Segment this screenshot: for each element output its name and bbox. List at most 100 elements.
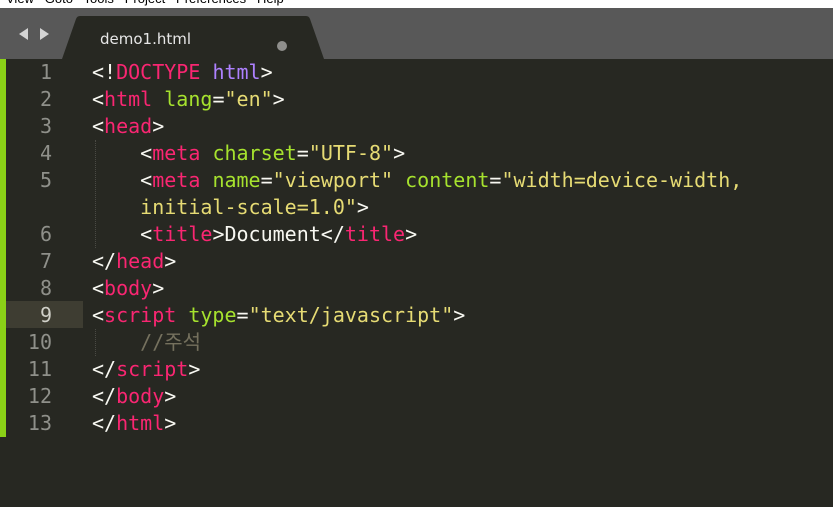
tab-nav-arrows: [16, 26, 56, 42]
code-text: </script>: [92, 356, 200, 383]
code-text: <head>: [92, 113, 164, 140]
code-token: >: [356, 195, 369, 219]
code-text: <script type="text/javascript">: [92, 302, 465, 329]
code-line[interactable]: 3 <head>: [0, 113, 833, 140]
dot-icon[interactable]: [277, 41, 287, 51]
code-text: </html>: [92, 410, 176, 437]
code-token: "width=device-width,: [501, 168, 743, 192]
code-text: <meta name="viewport" content="width=dev…: [92, 167, 742, 194]
code-line[interactable]: 8 <body>: [0, 275, 833, 302]
code-token: >: [453, 303, 466, 327]
code-text: <title>Document</title>: [92, 221, 417, 248]
triangle-right-icon[interactable]: [36, 26, 52, 42]
triangle-left-icon[interactable]: [16, 26, 32, 42]
code-token: //주석: [140, 330, 202, 354]
code-line[interactable]: 12 </body>: [0, 383, 833, 410]
code-text: //주석: [92, 329, 201, 356]
code-token: =: [236, 303, 249, 327]
code-token: >: [188, 357, 201, 381]
code-token: "UTF-8": [308, 141, 394, 165]
line-number: 7: [39, 249, 52, 273]
code-line[interactable]: 2 <html lang="en">: [0, 86, 833, 113]
code-token: </: [92, 357, 117, 381]
code-text: </head>: [92, 248, 176, 275]
code-token: head: [104, 114, 153, 138]
code-token: "text/javascript": [248, 303, 454, 327]
code-token: </: [92, 411, 117, 435]
line-number: 8: [39, 276, 52, 300]
code-text: initial-scale=1.0">: [92, 194, 369, 221]
code-token: </: [92, 249, 117, 273]
code-line[interactable]: 4 <meta charset="UTF-8">: [0, 140, 833, 167]
code-line[interactable]: 1 <!DOCTYPE html>: [0, 59, 833, 86]
code-line[interactable]: 9 <script type="text/javascript">: [0, 302, 833, 329]
code-token: <: [92, 141, 153, 165]
code-token: >: [405, 222, 418, 246]
code-token: meta: [152, 141, 201, 165]
code-token: html: [104, 87, 153, 111]
code-token: >: [164, 384, 177, 408]
line-number: 10: [27, 330, 52, 354]
code-token: charset: [212, 141, 297, 165]
code-token: >Document</: [212, 222, 345, 246]
code-editor[interactable]: 1 <!DOCTYPE html> 2 <html lang="en"> 3 <head>…: [0, 59, 833, 507]
code-token: >: [152, 114, 165, 138]
menu-bar: View Goto Tools Project Preferences Help: [0, 0, 833, 8]
code-token: head: [116, 249, 165, 273]
code-token: title: [344, 222, 406, 246]
code-token: </: [92, 384, 117, 408]
code-token: <: [92, 87, 105, 111]
code-line[interactable]: 13 </html>: [0, 410, 833, 437]
code-line[interactable]: initial-scale=1.0">: [0, 194, 833, 221]
code-token: >: [152, 276, 165, 300]
line-number: 2: [39, 87, 52, 111]
line-number: 5: [39, 168, 52, 192]
code-text: <meta charset="UTF-8">: [92, 140, 405, 167]
code-token: =: [260, 168, 273, 192]
code-token: html: [116, 411, 165, 435]
code-line[interactable]: 6 <title>Document</title>: [0, 221, 833, 248]
code-token: lang: [164, 87, 213, 111]
code-text: </body>: [92, 383, 176, 410]
menu-items[interactable]: View Goto Tools Project Preferences Help: [6, 0, 284, 6]
code-token: initial-scale=1.0": [140, 195, 357, 219]
line-number: 12: [27, 384, 52, 408]
code-token: title: [152, 222, 213, 246]
code-token: =: [212, 87, 225, 111]
code-token: <: [92, 276, 105, 300]
line-number: 11: [27, 357, 52, 381]
line-number: 1: [39, 60, 52, 84]
code-token: <!: [92, 60, 117, 84]
code-token: "viewport": [272, 168, 394, 192]
code-token: body: [104, 276, 153, 300]
code-token: body: [116, 384, 165, 408]
code-text: <!DOCTYPE html>: [92, 59, 273, 86]
code-line[interactable]: 11 </script>: [0, 356, 833, 383]
code-token: =: [489, 168, 502, 192]
code-token: <: [92, 114, 105, 138]
code-token: script: [104, 303, 177, 327]
code-token: content: [405, 168, 490, 192]
code-token: "en": [224, 87, 273, 111]
tab-title: demo1.html: [100, 30, 192, 48]
code-token: <: [92, 222, 153, 246]
tab-demo1[interactable]: demo1.html: [62, 16, 324, 59]
code-line[interactable]: 10 //주석: [0, 329, 833, 356]
line-number: 4: [39, 141, 52, 165]
code-token: <: [92, 168, 153, 192]
code-token: >: [164, 411, 177, 435]
line-number: 6: [39, 222, 52, 246]
code-text: <html lang="en">: [92, 86, 285, 113]
tab-bar: demo1.html: [0, 8, 833, 59]
code-token: >: [164, 249, 177, 273]
code-line[interactable]: 7 </head>: [0, 248, 833, 275]
code-text: <body>: [92, 275, 164, 302]
code-line[interactable]: 5 <meta name="viewport" content="width=d…: [0, 167, 833, 194]
